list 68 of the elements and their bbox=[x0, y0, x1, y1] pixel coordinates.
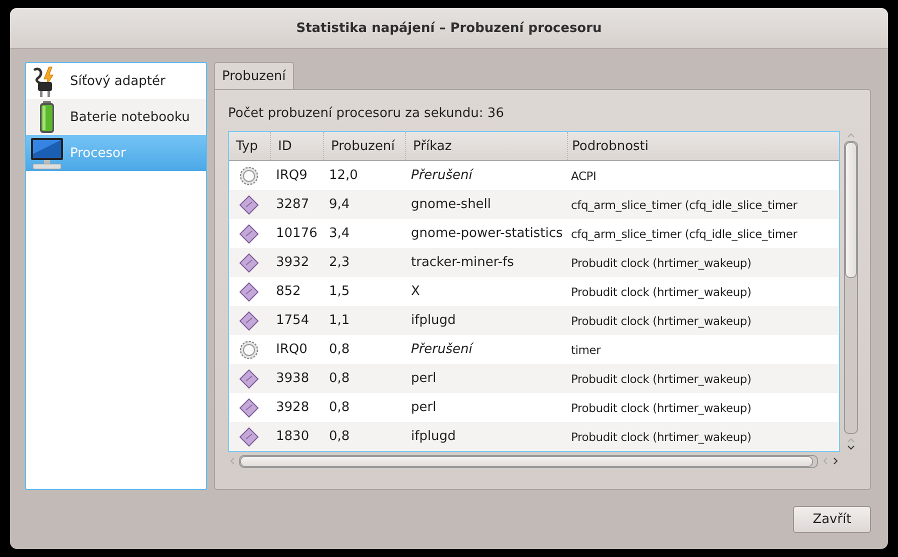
gear-icon bbox=[239, 166, 259, 186]
diamond-icon bbox=[239, 282, 259, 302]
table-cell-text: 1,1 bbox=[328, 312, 351, 330]
table-cell-text: cfq_arm_slice_timer (cfq_idle_slice_timer bbox=[570, 226, 798, 243]
tab[interactable]: Probuzení bbox=[214, 62, 294, 89]
table-cell-text: 852 bbox=[275, 283, 302, 301]
table-cell-text: cfq_arm_slice_timer (cfq_idle_slice_timer bbox=[570, 196, 798, 214]
diamond-icon bbox=[239, 224, 259, 244]
diamond-icon bbox=[239, 398, 259, 418]
diamond-icon bbox=[239, 194, 259, 214]
vertical-scrollbar[interactable] bbox=[844, 131, 858, 452]
table-cell-text: perl bbox=[410, 399, 438, 417]
table-cell-text: 10176 bbox=[275, 225, 318, 243]
window-title: Statistika napájení – Probuzení procesoru bbox=[296, 20, 602, 36]
diamond-icon bbox=[239, 310, 259, 330]
table-cell-text: 3938 bbox=[275, 370, 310, 388]
table-cell-text: IRQ0 bbox=[275, 341, 308, 359]
table-cell-text: Probudit clock (hrtimer_wakeup) bbox=[570, 370, 752, 388]
gear-icon bbox=[239, 340, 259, 360]
table-cell-text: gnome-shell bbox=[410, 196, 492, 214]
table-cell-text: tracker-miner-fs bbox=[410, 254, 515, 272]
table-cell-text: 3932 bbox=[275, 254, 310, 272]
table-cell-text: Probudit clock (hrtimer_wakeup) bbox=[570, 254, 752, 272]
table-cell-text: 1830 bbox=[275, 428, 310, 446]
table-cell-text: Přerušení bbox=[410, 167, 475, 185]
diamond-icon bbox=[239, 368, 259, 388]
column-header[interactable]: Probuzení bbox=[323, 132, 405, 160]
table-cell-text: 0,8 bbox=[328, 370, 351, 388]
scroll-left-icon[interactable] bbox=[228, 456, 236, 466]
diamond-icon bbox=[239, 252, 259, 272]
table-cell-text: Probudit clock (hrtimer_wakeup) bbox=[570, 428, 752, 446]
table-cell-text: 1754 bbox=[275, 312, 310, 330]
table-cell-text: 0,8 bbox=[328, 341, 351, 359]
scroll-right-icon[interactable] bbox=[832, 456, 840, 466]
table-cell-text: 2,3 bbox=[328, 254, 351, 272]
column-header[interactable]: Podrobnosti bbox=[567, 132, 837, 160]
close-button[interactable]: Zavřít bbox=[793, 506, 871, 533]
table-cell-text: 1,5 bbox=[328, 283, 351, 301]
table-cell-text: timer bbox=[570, 342, 602, 358]
table-cell-text: ifplugd bbox=[410, 312, 457, 330]
summary-text: Počet probuzení procesoru za sekundu: 36 bbox=[228, 106, 505, 121]
table-cell-text: ifplugd bbox=[410, 428, 457, 446]
table-cell-text: IRQ9 bbox=[275, 167, 308, 185]
table-cell-text: ACPI bbox=[570, 168, 598, 184]
table-cell-text: Probudit clock (hrtimer_wakeup) bbox=[570, 284, 752, 301]
table-cell-text: gnome-power-statistics bbox=[410, 225, 564, 243]
scroll-up-icon[interactable] bbox=[846, 131, 856, 139]
diamond-icon bbox=[239, 426, 259, 446]
horizontal-scrollbar[interactable] bbox=[228, 454, 840, 468]
sidebar-item[interactable]: Baterie notebooku bbox=[26, 99, 206, 135]
sidebar-item[interactable]: Síťový adaptér bbox=[26, 63, 206, 99]
table-cell-text: 3287 bbox=[275, 196, 310, 214]
table-cell-text: 0,8 bbox=[328, 399, 351, 417]
table-cell-text: 3928 bbox=[275, 399, 310, 417]
table-cell-text: X bbox=[410, 283, 421, 301]
column-header[interactable]: Příkaz bbox=[405, 132, 567, 160]
computer-icon bbox=[30, 136, 64, 170]
table-cell-text: Přerušení bbox=[410, 341, 475, 359]
table-cell-text: 0,8 bbox=[328, 428, 351, 446]
table-cell-text: 12,0 bbox=[328, 167, 359, 185]
table-cell-text: Probudit clock (hrtimer_wakeup) bbox=[570, 400, 752, 417]
table-cell-text: Probudit clock (hrtimer_wakeup) bbox=[570, 312, 752, 330]
table-cell-text: perl bbox=[410, 370, 438, 388]
column-header[interactable]: Typ bbox=[229, 132, 270, 160]
table-cell-text: 9,4 bbox=[328, 196, 351, 214]
table-cell-text: 3,4 bbox=[328, 225, 351, 243]
column-header[interactable]: ID bbox=[270, 132, 323, 160]
scroll-down-icon[interactable] bbox=[846, 444, 856, 452]
